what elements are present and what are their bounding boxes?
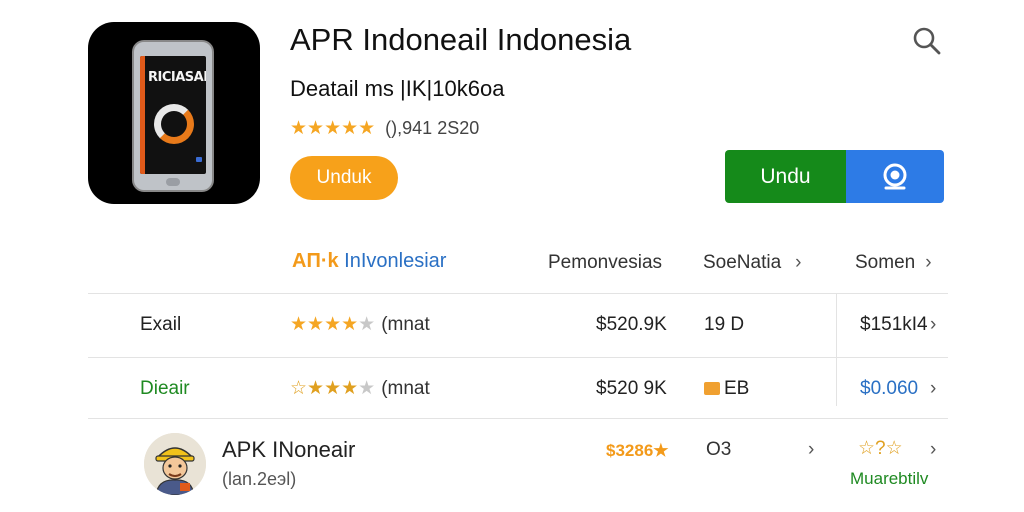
row-price: $520.9K	[596, 314, 667, 335]
table-header: AП·k InIvonlesiar Pemonvesias SoeNatia › …	[88, 240, 948, 288]
table-row[interactable]: Exail ★★★★★ (mnat $520.9K 19 D $151kI4 ›	[88, 293, 948, 351]
col-header-size[interactable]: SoeNatia ›	[703, 252, 802, 274]
row-last-value: $151kI4	[860, 314, 928, 335]
phone-status-dot	[196, 157, 202, 162]
featured-size: O3	[706, 439, 732, 460]
folder-icon	[704, 382, 720, 395]
chevron-right-icon[interactable]: ›	[930, 378, 936, 400]
brand-mark: AП·k	[292, 250, 339, 272]
row-stars: ☆★★★★	[290, 378, 376, 399]
app-icon: RICIASAI	[88, 22, 260, 204]
col-header-last-label: Somen	[855, 252, 916, 273]
row-rating-text: (mnat	[381, 377, 430, 399]
support-icon	[883, 163, 907, 189]
phone-accent-stripe	[140, 56, 145, 174]
column-divider	[836, 293, 837, 406]
row-size: EB	[704, 378, 749, 400]
phone-home-button	[166, 178, 180, 186]
row-last-value: $0.060	[860, 378, 919, 399]
col-header-last[interactable]: Somen ›	[855, 252, 932, 274]
chevron-right-icon[interactable]: ›	[930, 314, 936, 336]
row-stars: ★★★★★	[290, 314, 376, 335]
table-header-brand: AП·k InIvonlesiar	[292, 250, 446, 273]
table-row[interactable]: Dieair ☆★★★★ (mnat $520 9K EB $0.060 ›	[88, 357, 948, 415]
featured-status: Muarebtilv	[850, 469, 929, 488]
featured-row[interactable]: APK INoneair (lan.2eэl) $3286★ O3 › ☆?☆ …	[88, 418, 948, 510]
phone-screen: RICIASAI	[140, 56, 206, 174]
featured-stars: ☆?☆	[858, 438, 903, 459]
phone-illustration: RICIASAI	[132, 40, 214, 192]
rating-count: (),941 2S20	[385, 118, 480, 138]
col-header-size-label: SoeNatia	[703, 252, 782, 273]
row-rating: ★★★★★ (mnat	[290, 313, 430, 336]
avatar	[144, 433, 206, 495]
chevron-right-icon: ›	[925, 252, 932, 273]
app-subtitle: Deatail ms |IK|10k6oa	[290, 76, 505, 101]
chevron-right-icon[interactable]: ›	[808, 439, 814, 461]
app-title: APR Indoneail Indonesia	[290, 22, 632, 57]
worker-avatar-icon	[144, 433, 206, 495]
rating-stars: ★★★★★	[290, 118, 376, 139]
download-button[interactable]: Undu	[725, 150, 846, 203]
search-icon[interactable]	[912, 26, 942, 56]
featured-subtitle: (lan.2eэl)	[222, 469, 297, 489]
row-rating-text: (mnat	[381, 313, 430, 335]
brand-name: InIvonlesiar	[344, 250, 447, 272]
app-rating: ★★★★★ (),941 2S20	[290, 117, 479, 140]
support-button[interactable]	[846, 150, 944, 203]
row-name: Dieair	[140, 378, 190, 399]
row-price: $520 9K	[596, 378, 667, 399]
phone-screen-label: RICIASAI	[148, 70, 206, 85]
download-button-group: Undu	[725, 150, 944, 203]
row-size: 19 D	[704, 314, 745, 335]
featured-title: APK INoneair	[222, 437, 356, 462]
col-header-price[interactable]: Pemonvesias	[548, 252, 662, 274]
phone-progress-ring	[154, 104, 194, 144]
featured-price: $3286★	[606, 441, 669, 460]
chevron-right-icon[interactable]: ›	[930, 439, 936, 461]
row-size-label: EB	[724, 378, 750, 399]
install-button[interactable]: Unduk	[290, 156, 398, 200]
row-name: Exail	[140, 314, 182, 335]
chevron-right-icon: ›	[795, 252, 802, 273]
row-rating: ☆★★★★ (mnat	[290, 377, 430, 400]
